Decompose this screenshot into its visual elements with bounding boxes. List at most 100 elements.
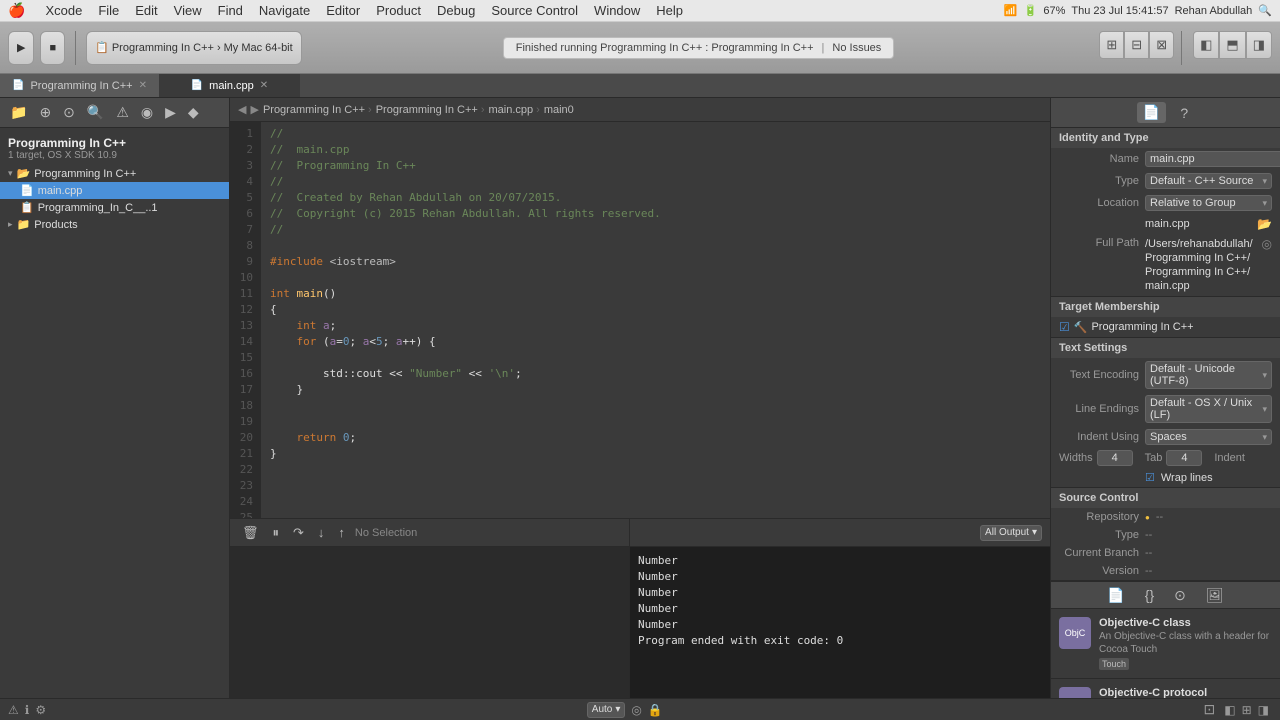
menu-window[interactable]: Window — [586, 0, 648, 22]
pause-debug-icon[interactable]: ⏸ — [269, 523, 284, 543]
snippet-code-icon[interactable]: {} — [1139, 585, 1160, 605]
target-checkbox[interactable]: ☑ — [1059, 320, 1070, 334]
menu-xcode[interactable]: Xcode — [37, 0, 90, 22]
wrap-lines-row: ☑ Wrap lines — [1051, 468, 1280, 487]
snippet-icon-0: ObjC — [1059, 617, 1091, 649]
snippet-title-0: Objective-C class — [1099, 617, 1272, 629]
nav-back-icon[interactable]: ◀ — [238, 103, 246, 116]
code-area[interactable]: // // main.cpp // Programming In C++ // … — [262, 122, 1050, 518]
auto-label: Auto — [592, 704, 613, 715]
step-over-icon[interactable]: ↷ — [289, 523, 308, 543]
menu-view[interactable]: View — [166, 0, 210, 22]
reveal-file-icon[interactable]: ◎ — [1262, 237, 1272, 251]
assistant-editor-button[interactable]: ⊟ — [1124, 31, 1149, 59]
snippet-object-icon[interactable]: ⊙ — [1168, 585, 1192, 606]
breadcrumb-item-3[interactable]: main0 — [544, 104, 574, 116]
wrap-lines-checkbox[interactable]: ☑ — [1145, 471, 1155, 484]
quick-help-button[interactable]: ? — [1174, 103, 1194, 123]
snippet-0[interactable]: ObjC Objective-C class An Objective-C cl… — [1051, 609, 1280, 679]
encoding-select[interactable]: Default - Unicode (UTF-8) ▾ — [1145, 361, 1272, 389]
version-editor-button[interactable]: ⊠ — [1149, 31, 1174, 59]
project-name: Programming In C++ — [8, 136, 221, 150]
indent-width-input[interactable] — [1166, 450, 1202, 466]
run-button[interactable]: ▶ — [8, 31, 34, 65]
show-types-icon[interactable]: ◎ — [631, 703, 641, 717]
folder-icon[interactable]: 📁 — [6, 102, 31, 123]
sidebar-item-main-cpp[interactable]: 📄 main.cpp — [0, 182, 229, 199]
layout-icon-3[interactable]: ◨ — [1255, 703, 1272, 717]
menu-editor[interactable]: Editor — [318, 0, 368, 22]
line-endings-select[interactable]: Default - OS X / Unix (LF) ▾ — [1145, 395, 1272, 423]
menu-edit[interactable]: Edit — [127, 0, 165, 22]
cpp-file-icon: 📄 — [20, 184, 34, 197]
breadcrumb-item-1[interactable]: Programming In C++ › — [376, 104, 485, 116]
choose-file-icon[interactable]: 📂 — [1257, 217, 1272, 231]
apple-menu[interactable]: 🍎 — [8, 2, 25, 19]
fullpath-row: Full Path /Users/rehanabdullah/Programmi… — [1051, 234, 1280, 296]
sidebar-item-products[interactable]: ▸ 📁 Products — [0, 216, 229, 233]
sidebar-item-programming-group[interactable]: ▾ 📂 Programming In C++ — [0, 165, 229, 182]
clear-console-icon[interactable]: 🗑 — [238, 523, 263, 543]
layout-icon-2[interactable]: ⊞ — [1239, 703, 1255, 717]
name-input[interactable] — [1145, 151, 1280, 167]
status-info-icon[interactable]: ℹ — [25, 703, 30, 717]
bottom-panel-button[interactable]: ⬒ — [1219, 31, 1245, 59]
menu-source-control[interactable]: Source Control — [483, 0, 586, 22]
auto-selector[interactable]: Auto ▾ — [587, 702, 626, 718]
test-icon[interactable]: ◉ — [137, 102, 157, 123]
encoding-row: Text Encoding Default - Unicode (UTF-8) … — [1051, 358, 1280, 392]
tab-close-1[interactable]: ✕ — [260, 80, 268, 91]
snippet-1[interactable]: ObjC Objective-C protocol An Objective-C… — [1051, 679, 1280, 698]
indent-using-row: Indent Using Spaces ▾ — [1051, 426, 1280, 448]
symbol-icon[interactable]: ⊙ — [59, 102, 79, 123]
type-select[interactable]: Default - C++ Source ▾ — [1145, 173, 1272, 189]
issue-icon[interactable]: ⚠ — [112, 102, 133, 123]
status-warning-icon[interactable]: ⚠ — [8, 703, 19, 717]
right-panel-button[interactable]: ◨ — [1246, 31, 1272, 59]
tab-close-0[interactable]: ✕ — [139, 80, 147, 91]
menu-debug[interactable]: Debug — [429, 0, 483, 22]
menu-find[interactable]: Find — [210, 0, 251, 22]
layout-icon-1[interactable]: ◧ — [1221, 703, 1238, 717]
tab-1[interactable]: 📄 main.cpp ✕ — [160, 74, 300, 97]
breadcrumb-item-2[interactable]: main.cpp › — [489, 104, 540, 116]
step-out-icon[interactable]: ↑ — [334, 523, 349, 542]
zoom-fit-icon[interactable]: ⊡ — [1204, 701, 1216, 718]
step-into-icon[interactable]: ↓ — [314, 523, 329, 542]
menu-product[interactable]: Product — [368, 0, 429, 22]
status-display: Finished running Programming In C++ : Pr… — [503, 37, 895, 59]
scheme-selector[interactable]: 📋 Programming In C++ › My Mac 64-bit — [86, 31, 302, 65]
find-icon[interactable]: 🔍 — [83, 102, 108, 123]
lock-icon[interactable]: 🔒 — [648, 703, 663, 717]
scm-type-label: Type — [1059, 529, 1139, 541]
output-selector[interactable]: All Output ▾ — [980, 525, 1042, 541]
snippet-file-icon[interactable]: 📄 — [1101, 585, 1130, 606]
breadcrumb-item-0[interactable]: Programming In C++ › — [263, 104, 372, 116]
left-panel-button[interactable]: ◧ — [1193, 31, 1219, 59]
output-chevron-icon: ▾ — [1032, 527, 1037, 538]
search-icon[interactable]: 🔍 — [1258, 4, 1272, 17]
indent-using-select[interactable]: Spaces ▾ — [1145, 429, 1272, 445]
breakpoint-icon[interactable]: ◆ — [184, 102, 203, 123]
tab-0[interactable]: 📄 Programming In C++ ✕ — [0, 74, 160, 97]
file-inspector-button[interactable]: 📄 — [1137, 102, 1166, 123]
menu-help[interactable]: Help — [648, 0, 691, 22]
nav-forward-icon[interactable]: ▶ — [250, 103, 258, 116]
menu-navigate[interactable]: Navigate — [251, 0, 318, 22]
branch-value: -- — [1145, 547, 1152, 559]
standard-editor-button[interactable]: ⊞ — [1099, 31, 1124, 59]
location-select[interactable]: Relative to Group ▾ — [1145, 195, 1272, 211]
tab-width-input[interactable] — [1097, 450, 1133, 466]
debug-icon[interactable]: ▶ — [161, 102, 180, 123]
sidebar-item-xcodeproj[interactable]: 📋 Programming_In_C__..1 — [0, 199, 229, 216]
snippet-media-icon[interactable]: 🖼 — [1200, 585, 1230, 606]
status-settings-icon[interactable]: ⚙ — [35, 703, 46, 717]
sidebar-group-label: Programming In C++ — [34, 168, 136, 180]
type-row: Type Default - C++ Source ▾ — [1051, 170, 1280, 192]
scm-icon[interactable]: ⊕ — [35, 102, 55, 123]
sidebar-file-main-cpp: main.cpp — [38, 185, 83, 197]
menu-file[interactable]: File — [90, 0, 127, 22]
stop-button[interactable]: ■ — [40, 31, 65, 65]
name-row: Name — [1051, 148, 1280, 170]
code-editor[interactable]: 12345 678910 1112131415 1617181920 21222… — [230, 122, 1050, 518]
